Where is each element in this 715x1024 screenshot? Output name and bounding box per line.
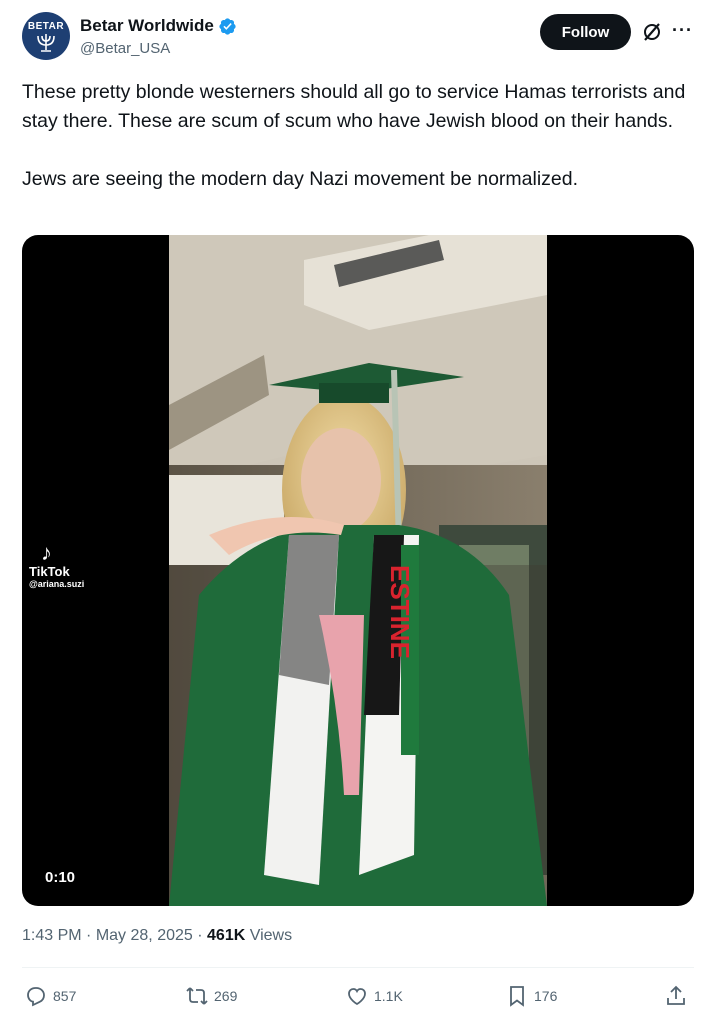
reply-button[interactable]: 857 (24, 984, 76, 1008)
tiktok-username: @ariana.suzi (29, 579, 85, 589)
repost-button[interactable]: 269 (185, 984, 237, 1008)
tweet-time[interactable]: 1:43 PM (22, 927, 82, 944)
verified-badge-icon (219, 17, 236, 35)
video-thumbnail: ESTINE (169, 235, 547, 906)
bookmark-button[interactable]: 176 (505, 984, 557, 1008)
meta-separator: · (86, 927, 96, 944)
repost-icon (186, 987, 208, 1005)
tweet-meta: 1:43 PM · May 28, 2025 · 461K Views (22, 927, 292, 945)
share-icon (667, 985, 685, 1005)
tweet-text: These pretty blonde westerners should al… (22, 81, 686, 190)
follow-button[interactable]: Follow (540, 14, 631, 50)
reply-icon (27, 987, 45, 1007)
tweet-header: BETAR Betar Worldwide @Betar_USA Follow … (22, 12, 697, 62)
share-button[interactable] (664, 984, 693, 1008)
video-duration: 0:10 (36, 866, 85, 889)
views-label: Views (249, 927, 293, 944)
divider (22, 967, 694, 968)
action-bar: 857 269 1.1K 176 (22, 984, 694, 1012)
avatar[interactable]: BETAR (22, 12, 70, 60)
heart-icon (348, 988, 366, 1006)
bookmark-icon (510, 986, 524, 1007)
author-handle[interactable]: @Betar_USA (80, 40, 170, 57)
scarf-text: ESTINE (385, 565, 415, 659)
more-options-icon[interactable]: ··· (672, 20, 693, 41)
tiktok-app-label: TikTok (29, 564, 70, 579)
like-count: 1.1K (374, 988, 403, 1004)
repost-count: 269 (214, 988, 238, 1004)
tiktok-note-icon: ♪ (41, 540, 52, 565)
views-count: 461K (207, 927, 246, 944)
like-button[interactable]: 1.1K (345, 984, 403, 1008)
meta-separator: · (197, 927, 208, 944)
bookmark-count: 176 (534, 988, 558, 1004)
author-name[interactable]: Betar Worldwide (80, 16, 214, 36)
reply-count: 857 (53, 988, 77, 1004)
menorah-icon (37, 34, 55, 52)
grok-slash-icon[interactable] (642, 22, 662, 42)
video-frame: ESTINE (169, 235, 547, 906)
tweet-date[interactable]: May 28, 2025 (96, 927, 193, 944)
avatar-text: BETAR (27, 21, 65, 32)
video-player[interactable]: ESTINE ♪ TikTok @ariana.suzi 0:10 (22, 235, 694, 906)
tiktok-watermark: ♪ TikTok @ariana.suzi (29, 540, 85, 590)
